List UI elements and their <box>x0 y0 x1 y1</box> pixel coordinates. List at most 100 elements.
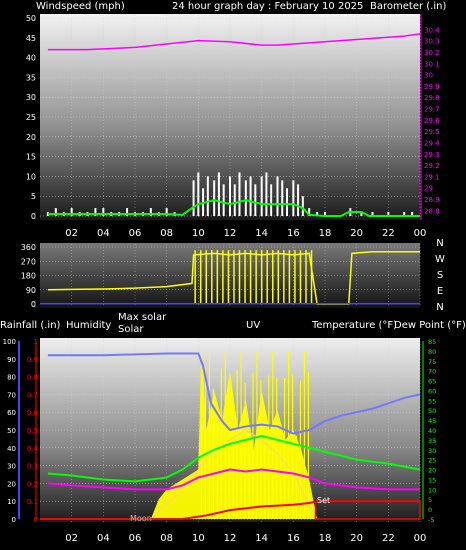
humidity-axis-label: Humidity <box>66 320 111 331</box>
x-tick-label-top: 00 <box>414 228 427 239</box>
windspeed-tick-label: 50 <box>26 14 36 23</box>
barometer-tick-label: 30.2 <box>424 49 440 57</box>
x-tick-label-top: 06 <box>129 228 142 239</box>
compass-letter: S <box>437 270 443 281</box>
temperature-tick-label: 65 <box>428 378 436 386</box>
windspeed-tick-label: 35 <box>26 73 36 82</box>
windspeed-tick-label: 40 <box>26 54 36 63</box>
barometer-tick-label: 28.9 <box>424 196 440 204</box>
rainfall-axis-label: Rainfall (.in) <box>0 320 61 331</box>
barometer-tick-label: 29.6 <box>424 117 440 125</box>
barometer-tick-label: 29.8 <box>424 94 440 102</box>
humidity-tick-label: 90 <box>7 356 16 364</box>
barometer-tick-label: 28.8 <box>424 207 440 215</box>
temperature-tick-label: 35 <box>428 437 436 445</box>
temperature-tick-label: 55 <box>428 397 436 405</box>
windspeed-tick-label: 0 <box>31 212 36 221</box>
x-tick-label-bottom: 20 <box>350 533 363 544</box>
temperature-tick-label: 75 <box>428 358 436 366</box>
humidity-tick-label: 50 <box>7 427 16 435</box>
x-tick-label-top: 18 <box>319 228 332 239</box>
humidity-tick-label: 30 <box>7 463 16 471</box>
x-tick-label-bottom: 22 <box>382 533 395 544</box>
humidity-tick-label: 60 <box>7 409 16 417</box>
barometer-tick-label: 29.4 <box>424 139 440 147</box>
x-axis-ticks-top: 02 04 06 08 10 12 14 16 18 20 22 00 <box>65 228 426 239</box>
direction-tick-label: 270 <box>21 257 36 266</box>
barometer-tick-label: 29.9 <box>424 83 440 91</box>
x-tick-label-top: 14 <box>255 228 268 239</box>
windspeed-axis-label: Windspeed (mph) <box>36 1 125 12</box>
temperature-tick-label: 50 <box>428 407 436 415</box>
windspeed-tick-label: 20 <box>26 133 36 142</box>
barometer-axis-label: Barometer (.in) <box>370 1 446 12</box>
x-tick-label-bottom: 06 <box>129 533 142 544</box>
direction-tick-label: 0 <box>31 300 36 309</box>
x-tick-label-top: 12 <box>224 228 237 239</box>
weather-graph: Windspeed (mph) 24 hour graph day : Febr… <box>0 0 466 550</box>
direction-tick-label: 90 <box>26 286 36 295</box>
barometer-tick-label: 29.5 <box>424 128 440 136</box>
x-tick-label-bottom: 18 <box>319 533 332 544</box>
barometer-tick-label: 29 <box>424 185 433 193</box>
temperature-tick-label: 15 <box>428 476 436 484</box>
direction-tick-label: 180 <box>21 272 36 281</box>
x-tick-label-bottom: 16 <box>287 533 300 544</box>
windspeed-tick-label: 5 <box>31 192 36 201</box>
compass-letter: N <box>436 302 443 313</box>
windspeed-tick-label: 15 <box>26 153 36 162</box>
barometer-tick-label: 29.3 <box>424 151 440 159</box>
direction-tick-label: 360 <box>21 243 36 252</box>
barometer-tick-label: 30.1 <box>424 60 440 68</box>
x-tick-label-bottom: 02 <box>65 533 78 544</box>
uv-label: UV <box>246 320 260 331</box>
temperature-tick-label: 45 <box>428 417 436 425</box>
x-tick-label-top: 02 <box>65 228 78 239</box>
humidity-tick-label: 40 <box>7 445 16 453</box>
x-tick-label-bottom: 04 <box>97 533 110 544</box>
windspeed-tick-label: 25 <box>26 113 36 122</box>
x-tick-label-top: 10 <box>192 228 205 239</box>
x-tick-label-top: 20 <box>350 228 363 239</box>
humidity-tick-label: 100 <box>3 338 16 346</box>
x-axis-ticks-bottom: 02 04 06 08 10 12 14 16 18 20 22 00 <box>65 533 426 544</box>
humidity-tick-label: 10 <box>7 498 16 506</box>
set-label: Set <box>317 496 330 505</box>
compass-letter: W <box>435 254 445 265</box>
x-tick-label-top: 08 <box>160 228 173 239</box>
temperature-tick-label: -5 <box>428 516 434 524</box>
x-tick-label-top: 22 <box>382 228 395 239</box>
temperature-axis-label: Temperature (°F) <box>311 320 397 331</box>
compass-letter: E <box>437 286 443 297</box>
humidity-tick-label: 80 <box>7 374 16 382</box>
temperature-tick-label: 30 <box>428 447 436 455</box>
temperature-tick-label: 10 <box>428 486 436 494</box>
temperature-tick-label: 85 <box>428 338 436 346</box>
dew-point-axis-label: Dew Point (°F) <box>394 320 466 331</box>
rainfall-tick-label: 0.4 <box>27 445 39 453</box>
barometer-tick-label: 29.2 <box>424 162 440 170</box>
temperature-tick-label: 70 <box>428 368 436 376</box>
windspeed-tick-label: 10 <box>26 172 36 181</box>
solar-label: Solar <box>118 324 144 335</box>
barometer-tick-label: 29.7 <box>424 106 440 114</box>
x-tick-label-bottom: 14 <box>255 533 268 544</box>
compass-letter: N <box>436 238 443 249</box>
temperature-tick-label: 80 <box>428 348 436 356</box>
barometer-tick-label: 30.4 <box>424 26 440 34</box>
chart-canvas: Windspeed (mph) 24 hour graph day : Febr… <box>0 1 466 544</box>
humidity-tick-label: 20 <box>7 480 16 488</box>
x-tick-label-top: 04 <box>97 228 110 239</box>
humidity-tick-label: 0 <box>12 516 16 524</box>
temperature-tick-label: 20 <box>428 467 436 475</box>
windspeed-tick-label: 45 <box>26 34 36 43</box>
x-tick-label-top: 16 <box>287 228 300 239</box>
moon-label: Moon <box>130 514 152 523</box>
x-tick-label-bottom: 00 <box>414 533 427 544</box>
humidity-tick-label: 70 <box>7 391 16 399</box>
temperature-tick-label: 5 <box>428 496 432 504</box>
x-tick-label-bottom: 08 <box>160 533 173 544</box>
barometer-tick-label: 30 <box>424 72 433 80</box>
x-tick-label-bottom: 12 <box>224 533 237 544</box>
windspeed-tick-label: 30 <box>26 93 36 102</box>
